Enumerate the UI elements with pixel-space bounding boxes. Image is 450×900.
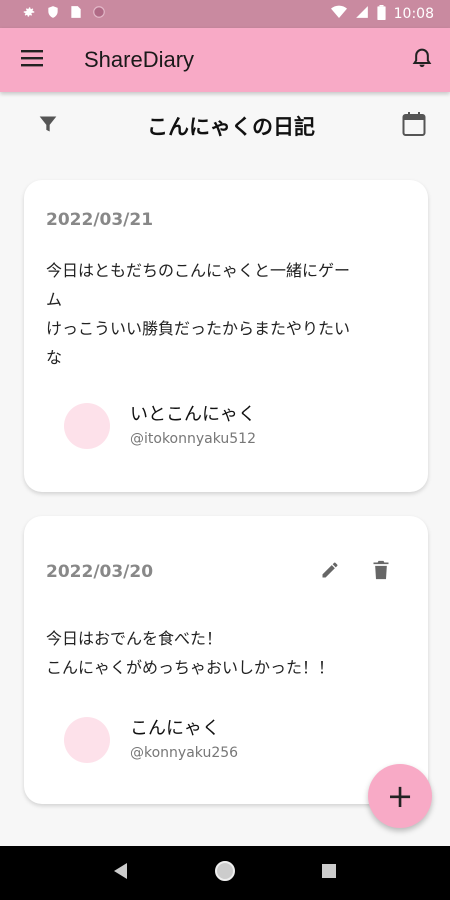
diary-header: こんにゃくの日記 <box>0 92 450 160</box>
entry-body: 今日はともだちのこんにゃくと一緒にゲー ム けっこういい勝負だったからまたやりた… <box>46 261 351 367</box>
author-handle: @itokonnyaku512 <box>130 431 256 447</box>
back-icon[interactable] <box>113 862 129 884</box>
card-actions <box>320 560 390 584</box>
calendar-button[interactable] <box>398 110 430 142</box>
shield-icon <box>46 5 60 23</box>
signal-icon <box>355 5 369 23</box>
plus-icon: + <box>386 777 414 815</box>
delete-icon[interactable] <box>372 560 390 584</box>
author-name: こんにゃく <box>130 718 220 739</box>
filter-icon <box>38 114 58 138</box>
wifi-icon <box>330 5 347 23</box>
status-bar: 10:08 <box>0 0 450 28</box>
author-info[interactable]: いとこんにゃく @itokonnyaku512 <box>64 402 256 450</box>
system-nav-bar <box>0 846 450 900</box>
edit-icon[interactable] <box>320 560 340 584</box>
diary-card[interactable]: 2022/03/20 今日はおでんを食べた！ こんにゃくがめっちゃおいしかった！… <box>24 516 428 804</box>
filter-button[interactable] <box>32 110 64 142</box>
calendar-icon <box>402 111 426 141</box>
author-info[interactable]: こんにゃく @konnyaku256 <box>64 716 238 764</box>
home-icon[interactable] <box>214 860 236 886</box>
author-name: いとこんにゃく <box>130 404 256 425</box>
entry-date: 2022/03/20 <box>46 562 154 582</box>
add-entry-button[interactable]: + <box>368 764 432 828</box>
app-title: ShareDiary <box>84 47 195 72</box>
notification-button[interactable] <box>394 28 450 92</box>
status-left-icons <box>22 5 106 23</box>
diary-card[interactable]: 2022/03/21 今日はともだちのこんにゃくと一緒にゲー ム けっこういい勝… <box>24 180 428 492</box>
entry-date: 2022/03/21 <box>46 210 154 230</box>
sim-card-icon <box>70 5 82 23</box>
app-bar: ShareDiary <box>0 28 450 92</box>
avatar[interactable] <box>64 403 110 449</box>
menu-icon <box>21 49 43 71</box>
status-time: 10:08 <box>393 6 434 22</box>
gear-icon <box>22 5 36 23</box>
page-title: こんにゃくの日記 <box>147 115 315 139</box>
avatar[interactable] <box>64 717 110 763</box>
author-handle: @konnyaku256 <box>130 745 239 761</box>
entry-body: 今日はおでんを食べた！ こんにゃくがめっちゃおいしかった！！ <box>46 629 335 677</box>
recents-icon[interactable] <box>321 863 337 883</box>
status-right-icons: 10:08 <box>330 4 434 24</box>
battery-icon <box>377 4 386 24</box>
menu-button[interactable] <box>0 28 64 92</box>
bell-icon <box>412 47 432 73</box>
circle-icon <box>92 5 106 23</box>
